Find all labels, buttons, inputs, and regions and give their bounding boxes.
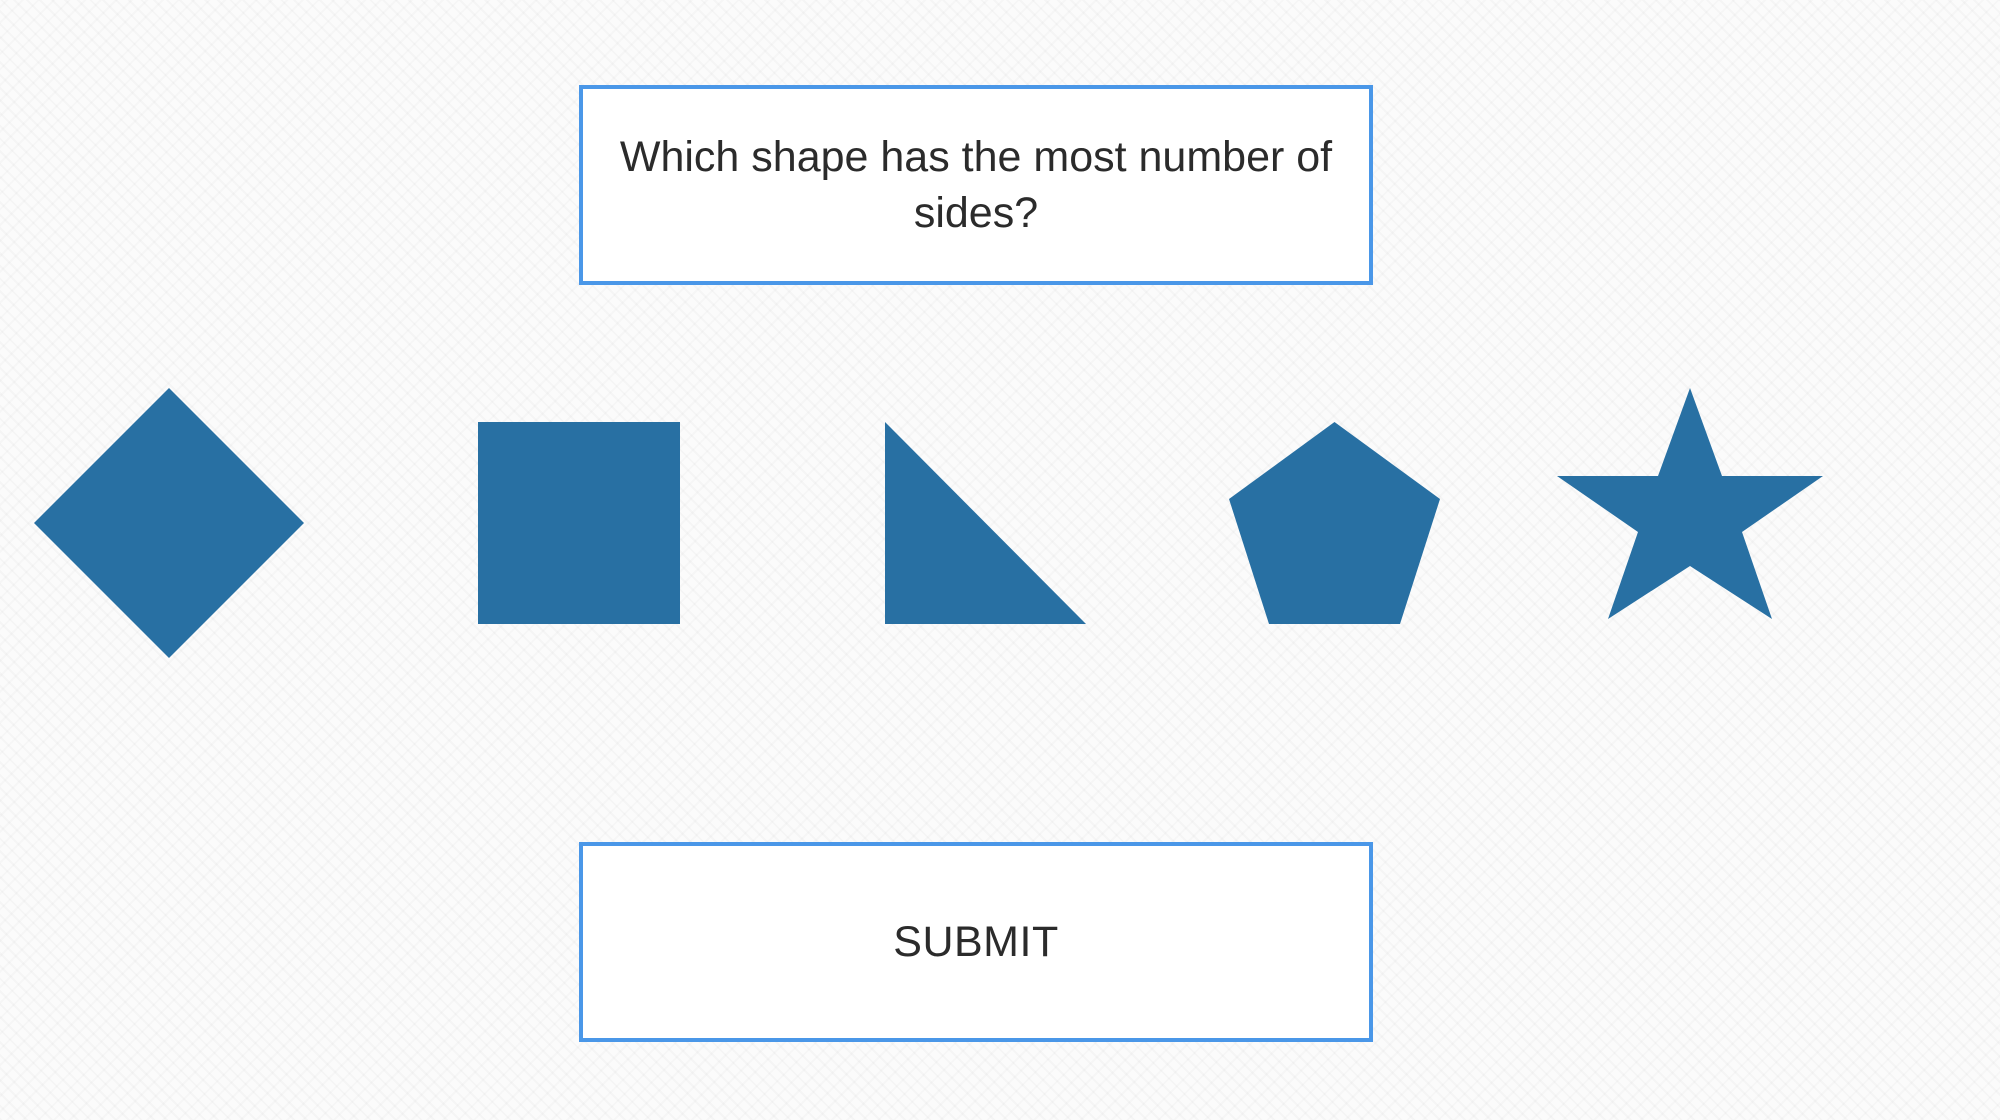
shape-option-diamond[interactable] xyxy=(34,388,304,658)
shape-option-star[interactable] xyxy=(1557,388,1823,622)
shape-option-pentagon[interactable] xyxy=(1229,422,1440,624)
submit-label: SUBMIT xyxy=(893,917,1059,966)
question-box: Which shape has the most number of sides… xyxy=(579,85,1373,285)
shape-option-square[interactable] xyxy=(478,422,680,624)
right-triangle-icon xyxy=(885,422,1086,624)
question-text: Which shape has the most number of sides… xyxy=(619,133,1333,237)
star-icon xyxy=(1557,388,1823,619)
diamond-icon xyxy=(34,388,304,658)
submit-button[interactable]: SUBMIT xyxy=(579,842,1373,1042)
shape-option-triangle[interactable] xyxy=(885,422,1086,624)
pentagon-icon xyxy=(1229,422,1440,624)
square-icon xyxy=(478,422,680,624)
